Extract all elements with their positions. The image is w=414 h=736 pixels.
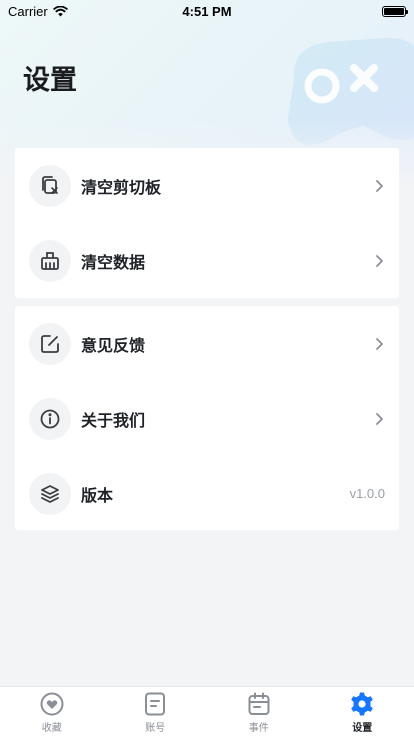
tab-settings[interactable]: 设置 xyxy=(311,687,414,736)
status-bar: Carrier 4:51 PM xyxy=(0,0,414,22)
feedback-label: 意见反馈 xyxy=(81,335,146,355)
tab-bar: 收藏 账号 事件 设置 xyxy=(0,686,414,736)
chevron-right-icon xyxy=(373,412,385,425)
clear-data-label: 清空数据 xyxy=(81,252,146,272)
battery-icon xyxy=(382,5,408,17)
chevron-right-icon xyxy=(373,337,385,350)
tab-label: 收藏 xyxy=(41,723,62,734)
tab-favorites[interactable]: 收藏 xyxy=(0,687,104,736)
chevron-right-icon xyxy=(373,254,385,267)
about-us-label: 关于我们 xyxy=(81,410,146,430)
tab-events[interactable]: 事件 xyxy=(207,687,311,736)
page-title: 设置 xyxy=(23,65,77,96)
feedback-edit-icon xyxy=(29,322,71,365)
calendar-icon xyxy=(248,692,270,715)
tab-accounts[interactable]: 账号 xyxy=(104,687,208,736)
clear-data-row[interactable]: 清空数据 xyxy=(15,223,399,298)
about-us-row[interactable]: 关于我们 xyxy=(15,381,399,456)
account-note-icon xyxy=(145,692,166,716)
tab-label: 账号 xyxy=(145,723,166,734)
feedback-row[interactable]: 意见反馈 xyxy=(15,306,399,381)
clipboard-clear-icon xyxy=(29,164,71,207)
settings-group-about: 意见反馈 关于我们 版本 v1.0.0 xyxy=(15,306,399,530)
wifi-icon xyxy=(52,5,68,16)
carrier-label: Carrier xyxy=(8,3,48,19)
gear-icon xyxy=(351,692,374,716)
info-icon xyxy=(29,397,71,440)
heart-icon xyxy=(40,692,64,716)
clear-clipboard-label: 清空剪切板 xyxy=(81,177,162,197)
layers-icon xyxy=(29,472,71,515)
settings-group-data: 清空剪切板 清空数据 xyxy=(15,148,399,298)
clear-clipboard-row[interactable]: 清空剪切板 xyxy=(15,148,399,223)
version-label: 版本 xyxy=(81,485,114,505)
tab-label: 设置 xyxy=(352,723,373,734)
data-clear-icon xyxy=(29,239,71,282)
chevron-right-icon xyxy=(373,179,385,192)
version-value: v1.0.0 xyxy=(349,486,385,501)
tab-label: 事件 xyxy=(248,723,269,734)
version-row: 版本 v1.0.0 xyxy=(15,456,399,531)
